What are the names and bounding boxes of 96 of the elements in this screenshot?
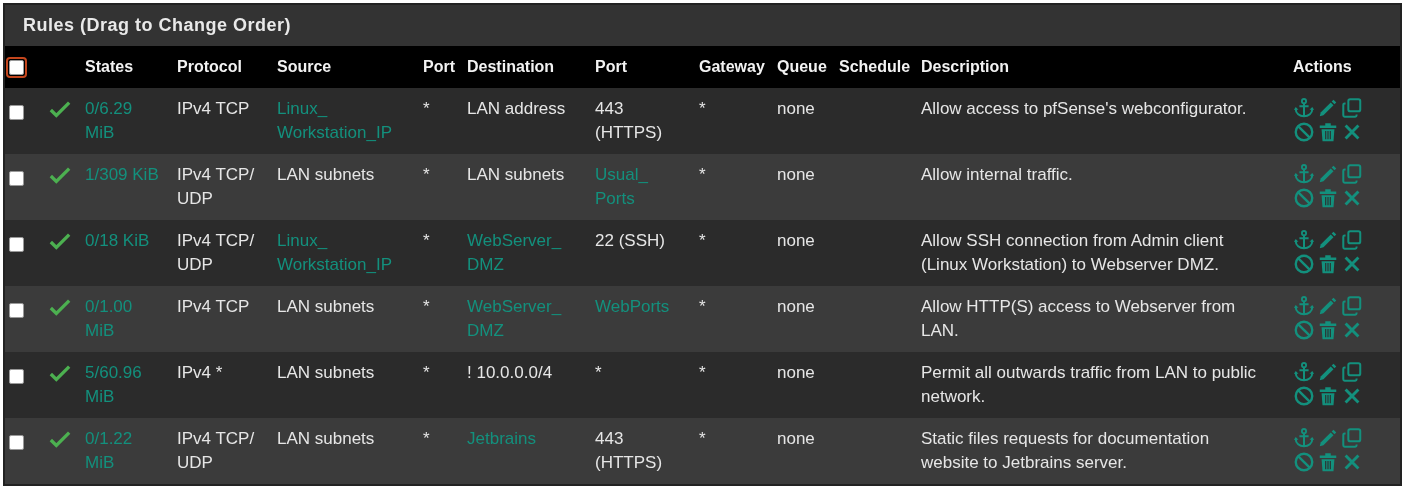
column-header: Port xyxy=(595,58,627,75)
column-header: Actions xyxy=(1293,58,1352,75)
port-cell-text: 22 (SSH) xyxy=(595,230,665,252)
row-checkbox[interactable] xyxy=(9,434,24,450)
pencil-icon[interactable] xyxy=(1317,229,1339,251)
description-cell: Static files requests for documentation website to Jetbrains server. xyxy=(921,429,1210,472)
panel-title: Rules (Drag to Change Order) xyxy=(5,5,1400,46)
disable-icon[interactable] xyxy=(1293,253,1315,275)
protocol-cell-text: IPv4 TCP xyxy=(177,296,250,318)
copy-icon[interactable] xyxy=(1341,361,1363,383)
pencil-icon[interactable] xyxy=(1317,295,1339,317)
pencil-icon[interactable] xyxy=(1317,427,1339,449)
copy-icon[interactable] xyxy=(1341,163,1363,185)
row-checkbox[interactable] xyxy=(9,104,24,120)
states-link[interactable]: 0/18 KiB xyxy=(85,229,150,253)
column-header: Source xyxy=(277,58,332,75)
trash-icon[interactable] xyxy=(1317,253,1339,275)
disable-icon[interactable] xyxy=(1293,121,1315,143)
description-cell: Allow access to pfSense's webconfigurator. xyxy=(921,99,1247,118)
port-cell-text: * xyxy=(423,296,430,318)
port-cell-text: * xyxy=(423,362,430,384)
protocol-cell-text: IPv4 * xyxy=(177,362,223,384)
description-cell: Allow SSH connection from Admin client (Linux Workstation) to Webserver DMZ. xyxy=(921,231,1224,274)
destination-cell-link[interactable]: WebServer_DMZ xyxy=(467,229,587,277)
pencil-icon[interactable] xyxy=(1317,97,1339,119)
trash-icon[interactable] xyxy=(1317,451,1339,473)
queue-cell-text: none xyxy=(777,428,815,450)
states-link[interactable]: 0/6.29 MiB xyxy=(85,97,159,145)
row-checkbox[interactable] xyxy=(9,170,24,186)
destination-cell-link[interactable]: Jetbrains xyxy=(467,427,536,451)
description-cell: Allow HTTP(S) access to Webserver from LAN. xyxy=(921,297,1236,340)
column-header: Port xyxy=(423,58,455,75)
row-checkbox[interactable] xyxy=(9,302,24,318)
port-cell-text: * xyxy=(423,230,430,252)
column-header: Destination xyxy=(467,58,555,75)
destination-cell-text: LAN subnets xyxy=(467,164,565,186)
states-link[interactable]: 5/60.96 MiB xyxy=(85,361,159,409)
source-cell-text: LAN subnets xyxy=(277,428,375,450)
trash-icon[interactable] xyxy=(1317,187,1339,209)
description-cell: Allow internal traffic. xyxy=(921,165,1073,184)
source-cell-text: LAN subnets xyxy=(277,362,375,384)
queue-cell-text: none xyxy=(777,164,815,186)
port-cell-text: * xyxy=(423,98,430,120)
copy-icon[interactable] xyxy=(1341,295,1363,317)
disable-icon[interactable] xyxy=(1293,319,1315,341)
gateway-cell-text: * xyxy=(699,98,706,120)
queue-cell-text: none xyxy=(777,98,815,120)
destination-cell-text: ! 10.0.0.0/4 xyxy=(467,362,553,384)
column-header: Queue xyxy=(777,58,827,75)
copy-icon[interactable] xyxy=(1341,97,1363,119)
copy-icon[interactable] xyxy=(1341,229,1363,251)
disable-icon[interactable] xyxy=(1293,187,1315,209)
anchor-icon[interactable] xyxy=(1293,229,1315,251)
gateway-cell-text: * xyxy=(699,230,706,252)
protocol-cell-text: IPv4 TCP xyxy=(177,98,250,120)
queue-cell-text: none xyxy=(777,362,815,384)
gateway-cell-text: * xyxy=(699,296,706,318)
source-cell-text: LAN subnets xyxy=(277,164,375,186)
source-cell-link[interactable]: Linux_Workstation_IP xyxy=(277,97,415,145)
queue-cell-text: none xyxy=(777,230,815,252)
column-header: States xyxy=(85,58,134,75)
row-checkbox[interactable] xyxy=(9,236,24,252)
port-cell-text: 443 (HTTPS) xyxy=(595,428,664,474)
port-cell-text: * xyxy=(423,428,430,450)
pencil-icon[interactable] xyxy=(1317,163,1339,185)
protocol-cell-text: IPv4 TCP/UDP xyxy=(177,164,256,210)
protocol-cell-text: IPv4 TCP/UDP xyxy=(177,428,256,474)
anchor-icon[interactable] xyxy=(1293,361,1315,383)
source-cell-text: LAN subnets xyxy=(277,296,375,318)
anchor-icon[interactable] xyxy=(1293,163,1315,185)
port-cell-text: * xyxy=(423,164,430,186)
row-checkbox[interactable] xyxy=(9,368,24,384)
anchor-icon[interactable] xyxy=(1293,427,1315,449)
copy-icon[interactable] xyxy=(1341,427,1363,449)
source-cell-link[interactable]: Linux_Workstation_IP xyxy=(277,229,415,277)
trash-icon[interactable] xyxy=(1317,385,1339,407)
disable-icon[interactable] xyxy=(1293,451,1315,473)
destination-cell-text: LAN address xyxy=(467,98,566,120)
queue-cell-text: none xyxy=(777,296,815,318)
anchor-icon[interactable] xyxy=(1293,295,1315,317)
disable-icon[interactable] xyxy=(1293,385,1315,407)
column-header: Description xyxy=(921,58,1009,75)
column-header: Gateway xyxy=(699,58,765,75)
trash-icon[interactable] xyxy=(1317,121,1339,143)
gateway-cell-text: * xyxy=(699,164,706,186)
port-cell-text: * xyxy=(595,362,602,384)
pencil-icon[interactable] xyxy=(1317,361,1339,383)
description-cell: Permit all outwards traffic from LAN to public network. xyxy=(921,363,1257,406)
column-header: Schedule xyxy=(839,58,911,75)
protocol-cell-text: IPv4 TCP/UDP xyxy=(177,230,256,276)
anchor-icon[interactable] xyxy=(1293,97,1315,119)
trash-icon[interactable] xyxy=(1317,319,1339,341)
port-cell-text: 443 (HTTPS) xyxy=(595,98,664,144)
gateway-cell-text: * xyxy=(699,362,706,384)
gateway-cell-text: * xyxy=(699,428,706,450)
column-header: Protocol xyxy=(177,58,242,75)
